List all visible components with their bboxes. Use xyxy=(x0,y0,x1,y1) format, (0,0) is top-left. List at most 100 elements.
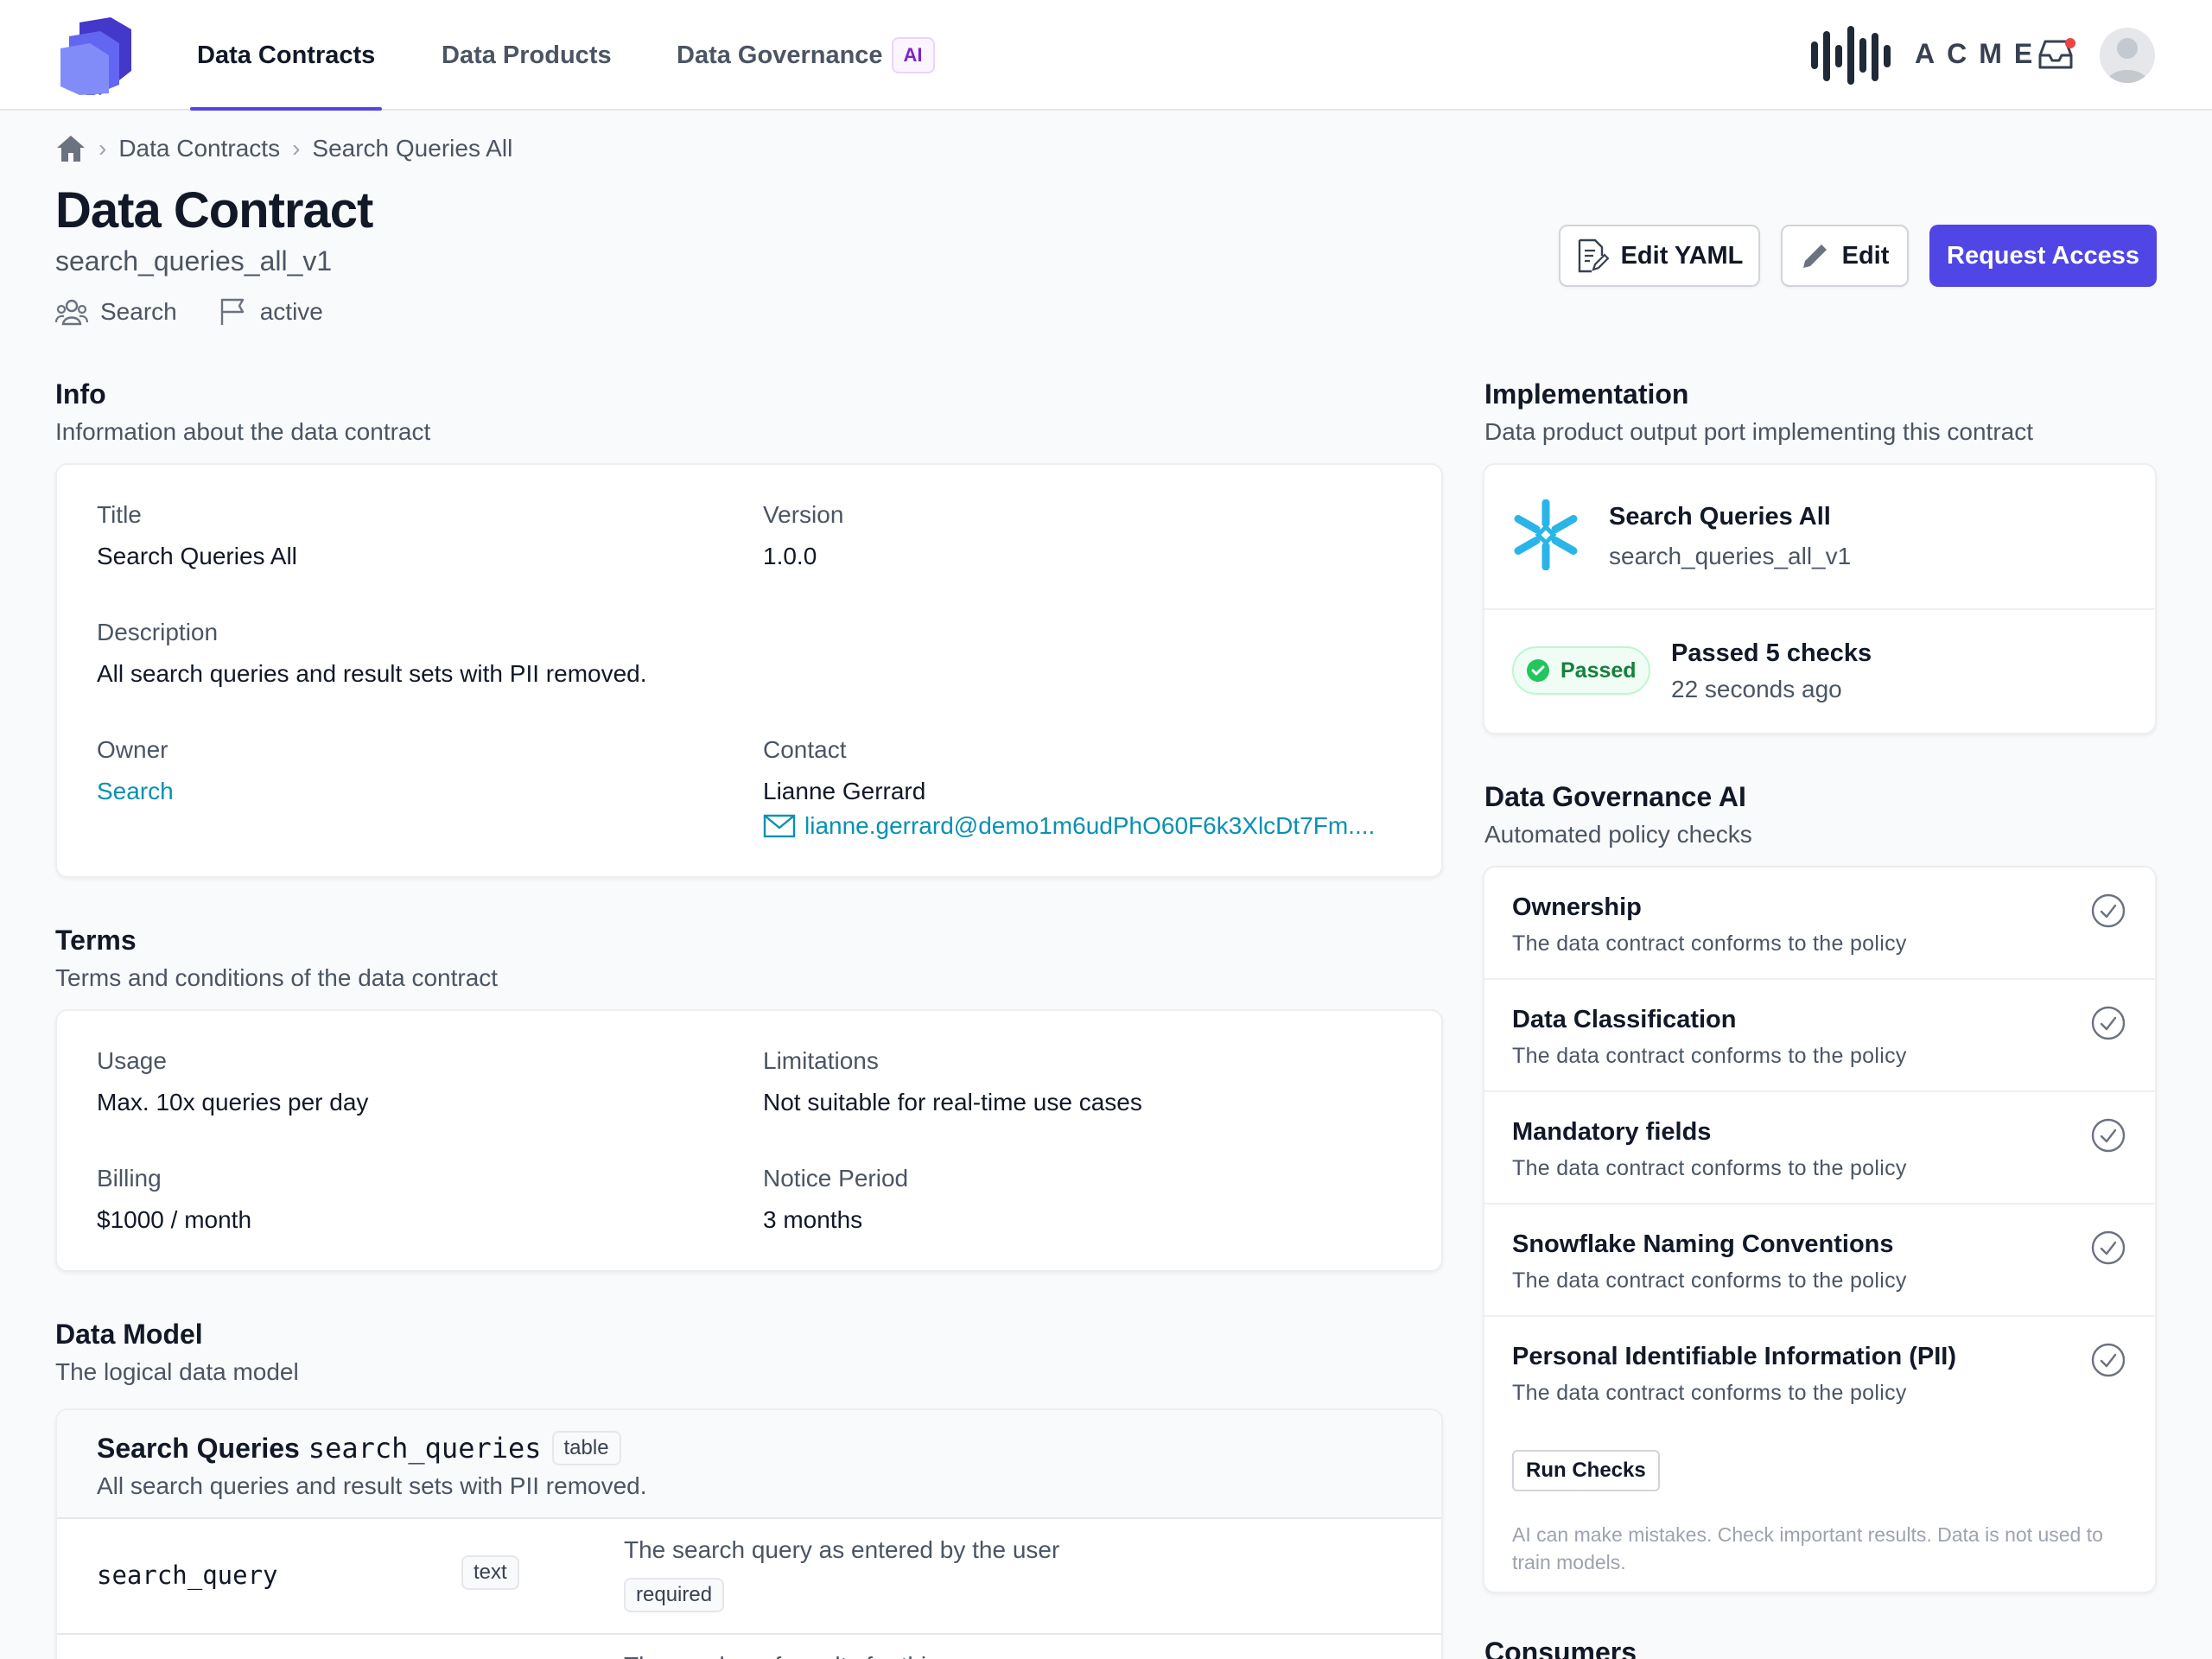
request-access-label: Request Access xyxy=(1947,241,2139,270)
policy-check-ownership[interactable]: Ownership The data contract conforms to … xyxy=(1484,868,2155,980)
policy-check-data-classification[interactable]: Data Classification The data contract co… xyxy=(1484,980,2155,1092)
checks-summary: Passed 5 checks xyxy=(1671,639,1872,667)
check-title: Personal Identifiable Information (PII) xyxy=(1512,1343,1956,1370)
team-meta: Search xyxy=(55,298,177,326)
team-name: Search xyxy=(100,298,177,325)
terms-heading: Terms xyxy=(55,925,137,956)
check-title: Mandatory fields xyxy=(1512,1118,1712,1146)
owner-link[interactable]: Search xyxy=(97,778,174,805)
check-description: The data contract conforms to the policy xyxy=(1512,931,1907,956)
notice-period-value: 3 months xyxy=(763,1206,863,1233)
nav-data-products[interactable]: Data Products xyxy=(442,0,612,111)
breadcrumb: › Data Contracts › Search Queries All xyxy=(55,131,512,166)
model-header: Search Queries search_queries table All … xyxy=(57,1410,1441,1519)
version-value: 1.0.0 xyxy=(763,543,817,569)
nav-data-governance-label: Data Governance xyxy=(677,41,883,69)
check-description: The data contract conforms to the policy xyxy=(1512,1381,1907,1405)
output-port-name: search_queries_all_v1 xyxy=(1609,543,1852,569)
status-badge-label: Passed xyxy=(1560,658,1637,683)
data-model-heading: Data Model xyxy=(55,1319,203,1350)
policy-check-mandatory-fields[interactable]: Mandatory fields The data contract confo… xyxy=(1484,1092,2155,1205)
users-icon xyxy=(55,299,88,326)
snowflake-icon xyxy=(1514,499,1578,570)
breadcrumb-data-contracts[interactable]: Data Contracts xyxy=(118,135,280,162)
model-type-tag: table xyxy=(551,1431,621,1465)
data-model-subheading: The logical data model xyxy=(55,1358,299,1385)
check-circle-outline-icon xyxy=(2091,1343,2126,1377)
title-label: Title xyxy=(97,501,142,528)
mail-icon xyxy=(763,814,796,838)
billing-label: Billing xyxy=(97,1165,162,1192)
title-value: Search Queries All xyxy=(97,543,297,569)
model-description: All search queries and result sets with … xyxy=(97,1472,647,1499)
check-description: The data contract conforms to the policy xyxy=(1512,1044,1907,1068)
edit-yaml-button[interactable]: Edit YAML xyxy=(1559,225,1760,287)
contract-meta: Search active xyxy=(55,297,365,327)
breadcrumb-current[interactable]: Search Queries All xyxy=(312,135,512,162)
check-circle-outline-icon xyxy=(2091,1006,2126,1040)
check-circle-outline-icon xyxy=(2091,893,2126,928)
pencil-icon xyxy=(1802,245,1827,268)
check-title: Ownership xyxy=(1512,893,1642,921)
version-label: Version xyxy=(763,501,844,528)
home-icon[interactable] xyxy=(55,134,86,163)
required-tag: required xyxy=(624,1578,725,1612)
usage-value: Max. 10x queries per day xyxy=(97,1089,369,1116)
table-row: The number of results for this query xyxy=(57,1635,1441,1659)
notification-dot xyxy=(2065,38,2075,48)
implementation-heading: Implementation xyxy=(1484,378,1689,410)
nav-data-contracts-label: Data Contracts xyxy=(197,41,376,69)
check-title: Snowflake Naming Conventions xyxy=(1512,1230,1894,1258)
app-logo-icon[interactable] xyxy=(60,17,131,95)
contact-email-link[interactable]: lianne.gerrard@demo1m6udPhO60F6k3XlcDt7F… xyxy=(763,812,1375,840)
notice-period-label: Notice Period xyxy=(763,1165,909,1192)
policy-check-pii[interactable]: Personal Identifiable Information (PII) … xyxy=(1484,1317,2155,1429)
user-avatar[interactable] xyxy=(2100,28,2155,83)
model-title: Search Queries xyxy=(97,1432,300,1464)
status-badge: Passed xyxy=(1512,646,1650,695)
consumers-heading: Consumers xyxy=(1484,1637,1637,1659)
nav-data-governance[interactable]: Data Governance AI xyxy=(677,0,935,111)
nav-data-contracts[interactable]: Data Contracts xyxy=(189,0,383,111)
check-circle-icon xyxy=(1527,659,1549,682)
ai-badge: AI xyxy=(891,37,935,73)
governance-subheading: Automated policy checks xyxy=(1484,821,1752,848)
status-meta: active xyxy=(219,297,323,327)
info-card: Title Search Queries All Version 1.0.0 D… xyxy=(55,463,1443,878)
terms-card: Usage Max. 10x queries per day Limitatio… xyxy=(55,1009,1443,1272)
chevron-right-icon: › xyxy=(99,135,107,162)
run-checks-button[interactable]: Run Checks xyxy=(1512,1450,1660,1491)
governance-heading: Data Governance AI xyxy=(1484,781,1746,812)
document-edit-icon xyxy=(1578,238,1609,273)
nav-data-products-label: Data Products xyxy=(442,41,612,69)
request-access-button[interactable]: Request Access xyxy=(1929,225,2157,287)
implementation-card[interactable]: Search Queries All search_queries_all_v1… xyxy=(1483,463,2157,734)
edit-yaml-label: Edit YAML xyxy=(1620,241,1744,270)
info-subheading: Information about the data contract xyxy=(55,418,431,445)
policy-check-naming-conventions[interactable]: Snowflake Naming Conventions The data co… xyxy=(1484,1205,2155,1317)
field-description: The number of results for this query xyxy=(624,1652,1006,1659)
check-circle-outline-icon xyxy=(2091,1118,2126,1153)
output-port-title: Search Queries All xyxy=(1609,503,1831,531)
edit-button[interactable]: Edit xyxy=(1781,225,1909,287)
check-circle-outline-icon xyxy=(2091,1230,2126,1265)
divider xyxy=(1484,608,2155,610)
status-text: active xyxy=(259,298,323,325)
governance-card: Ownership The data contract conforms to … xyxy=(1483,866,2157,1593)
field-type-tag: text xyxy=(461,1555,519,1590)
flag-icon xyxy=(220,298,244,325)
check-description: The data contract conforms to the policy xyxy=(1512,1156,1907,1180)
run-checks-label: Run Checks xyxy=(1526,1459,1646,1482)
check-title: Data Classification xyxy=(1512,1006,1737,1033)
user-icon xyxy=(2107,38,2148,83)
billing-value: $1000 / month xyxy=(97,1206,252,1233)
contact-name: Lianne Gerrard xyxy=(763,778,926,804)
page-title: Data Contract xyxy=(55,182,373,238)
check-description: The data contract conforms to the policy xyxy=(1512,1268,1907,1293)
ai-disclaimer: AI can make mistakes. Check important re… xyxy=(1512,1523,2103,1573)
chevron-right-icon: › xyxy=(292,135,301,162)
terms-subheading: Terms and conditions of the data contrac… xyxy=(55,964,499,991)
top-navigation: Data Contracts Data Products Data Govern… xyxy=(0,0,2212,111)
page-subtitle: search_queries_all_v1 xyxy=(55,245,333,276)
edit-label: Edit xyxy=(1841,241,1890,270)
